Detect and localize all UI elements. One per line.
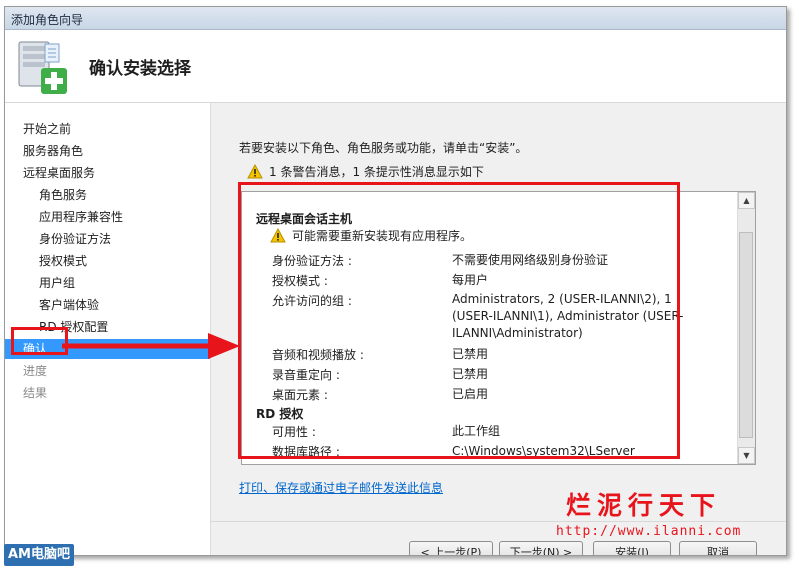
step-licensing-mode[interactable]: 授权模式: [5, 251, 210, 271]
back-button[interactable]: < 上一步(P): [409, 541, 493, 555]
install-button[interactable]: 安装(I): [593, 541, 671, 555]
message-summary-text: 1 条警告消息，1 条提示性消息显示如下: [269, 165, 484, 179]
annotation-box-confirm-step: [11, 327, 68, 355]
step-authentication-method[interactable]: 身份验证方法: [5, 229, 210, 249]
details-scrollbar[interactable]: ▲ ▼: [737, 192, 755, 464]
site-url-watermark: http://www.ilanni.com: [556, 524, 742, 539]
server-add-icon: [18, 41, 67, 94]
message-summary: 1 条警告消息，1 条提示性消息显示如下: [247, 163, 484, 181]
annotation-box-details: [238, 182, 680, 459]
step-server-roles[interactable]: 服务器角色: [5, 141, 210, 161]
scroll-down-button[interactable]: ▼: [738, 447, 755, 464]
print-save-email-link[interactable]: 打印、保存或通过电子邮件发送此信息: [239, 479, 443, 496]
step-remote-desktop-services[interactable]: 远程桌面服务: [5, 163, 210, 183]
step-user-groups[interactable]: 用户组: [5, 273, 210, 293]
step-client-experience[interactable]: 客户端体验: [5, 295, 210, 315]
intro-text: 若要安装以下角色、角色服务或功能，请单击“安装”。: [239, 141, 528, 155]
page-heading: 确认安装选择: [89, 59, 191, 79]
annotation-arrow-icon: [62, 333, 240, 359]
title-bar[interactable]: 添加角色向导: [5, 7, 786, 30]
warning-icon: [247, 164, 263, 179]
next-button[interactable]: 下一步(N) >: [499, 541, 583, 555]
cancel-button[interactable]: 取消: [679, 541, 757, 555]
am-logo-watermark: AM电脑吧: [4, 544, 74, 566]
window-title: 添加角色向导: [11, 13, 84, 27]
step-results: 结果: [23, 386, 48, 400]
step-before-you-begin[interactable]: 开始之前: [5, 119, 210, 139]
wizard-header: 确认安装选择: [5, 30, 786, 103]
step-role-services[interactable]: 角色服务: [5, 185, 210, 205]
scroll-up-button[interactable]: ▲: [738, 192, 755, 209]
step-progress: 进度: [23, 364, 48, 378]
brand-watermark: 烂泥行天下: [566, 491, 722, 520]
scroll-thumb[interactable]: [739, 232, 753, 438]
step-app-compatibility[interactable]: 应用程序兼容性: [5, 207, 210, 227]
